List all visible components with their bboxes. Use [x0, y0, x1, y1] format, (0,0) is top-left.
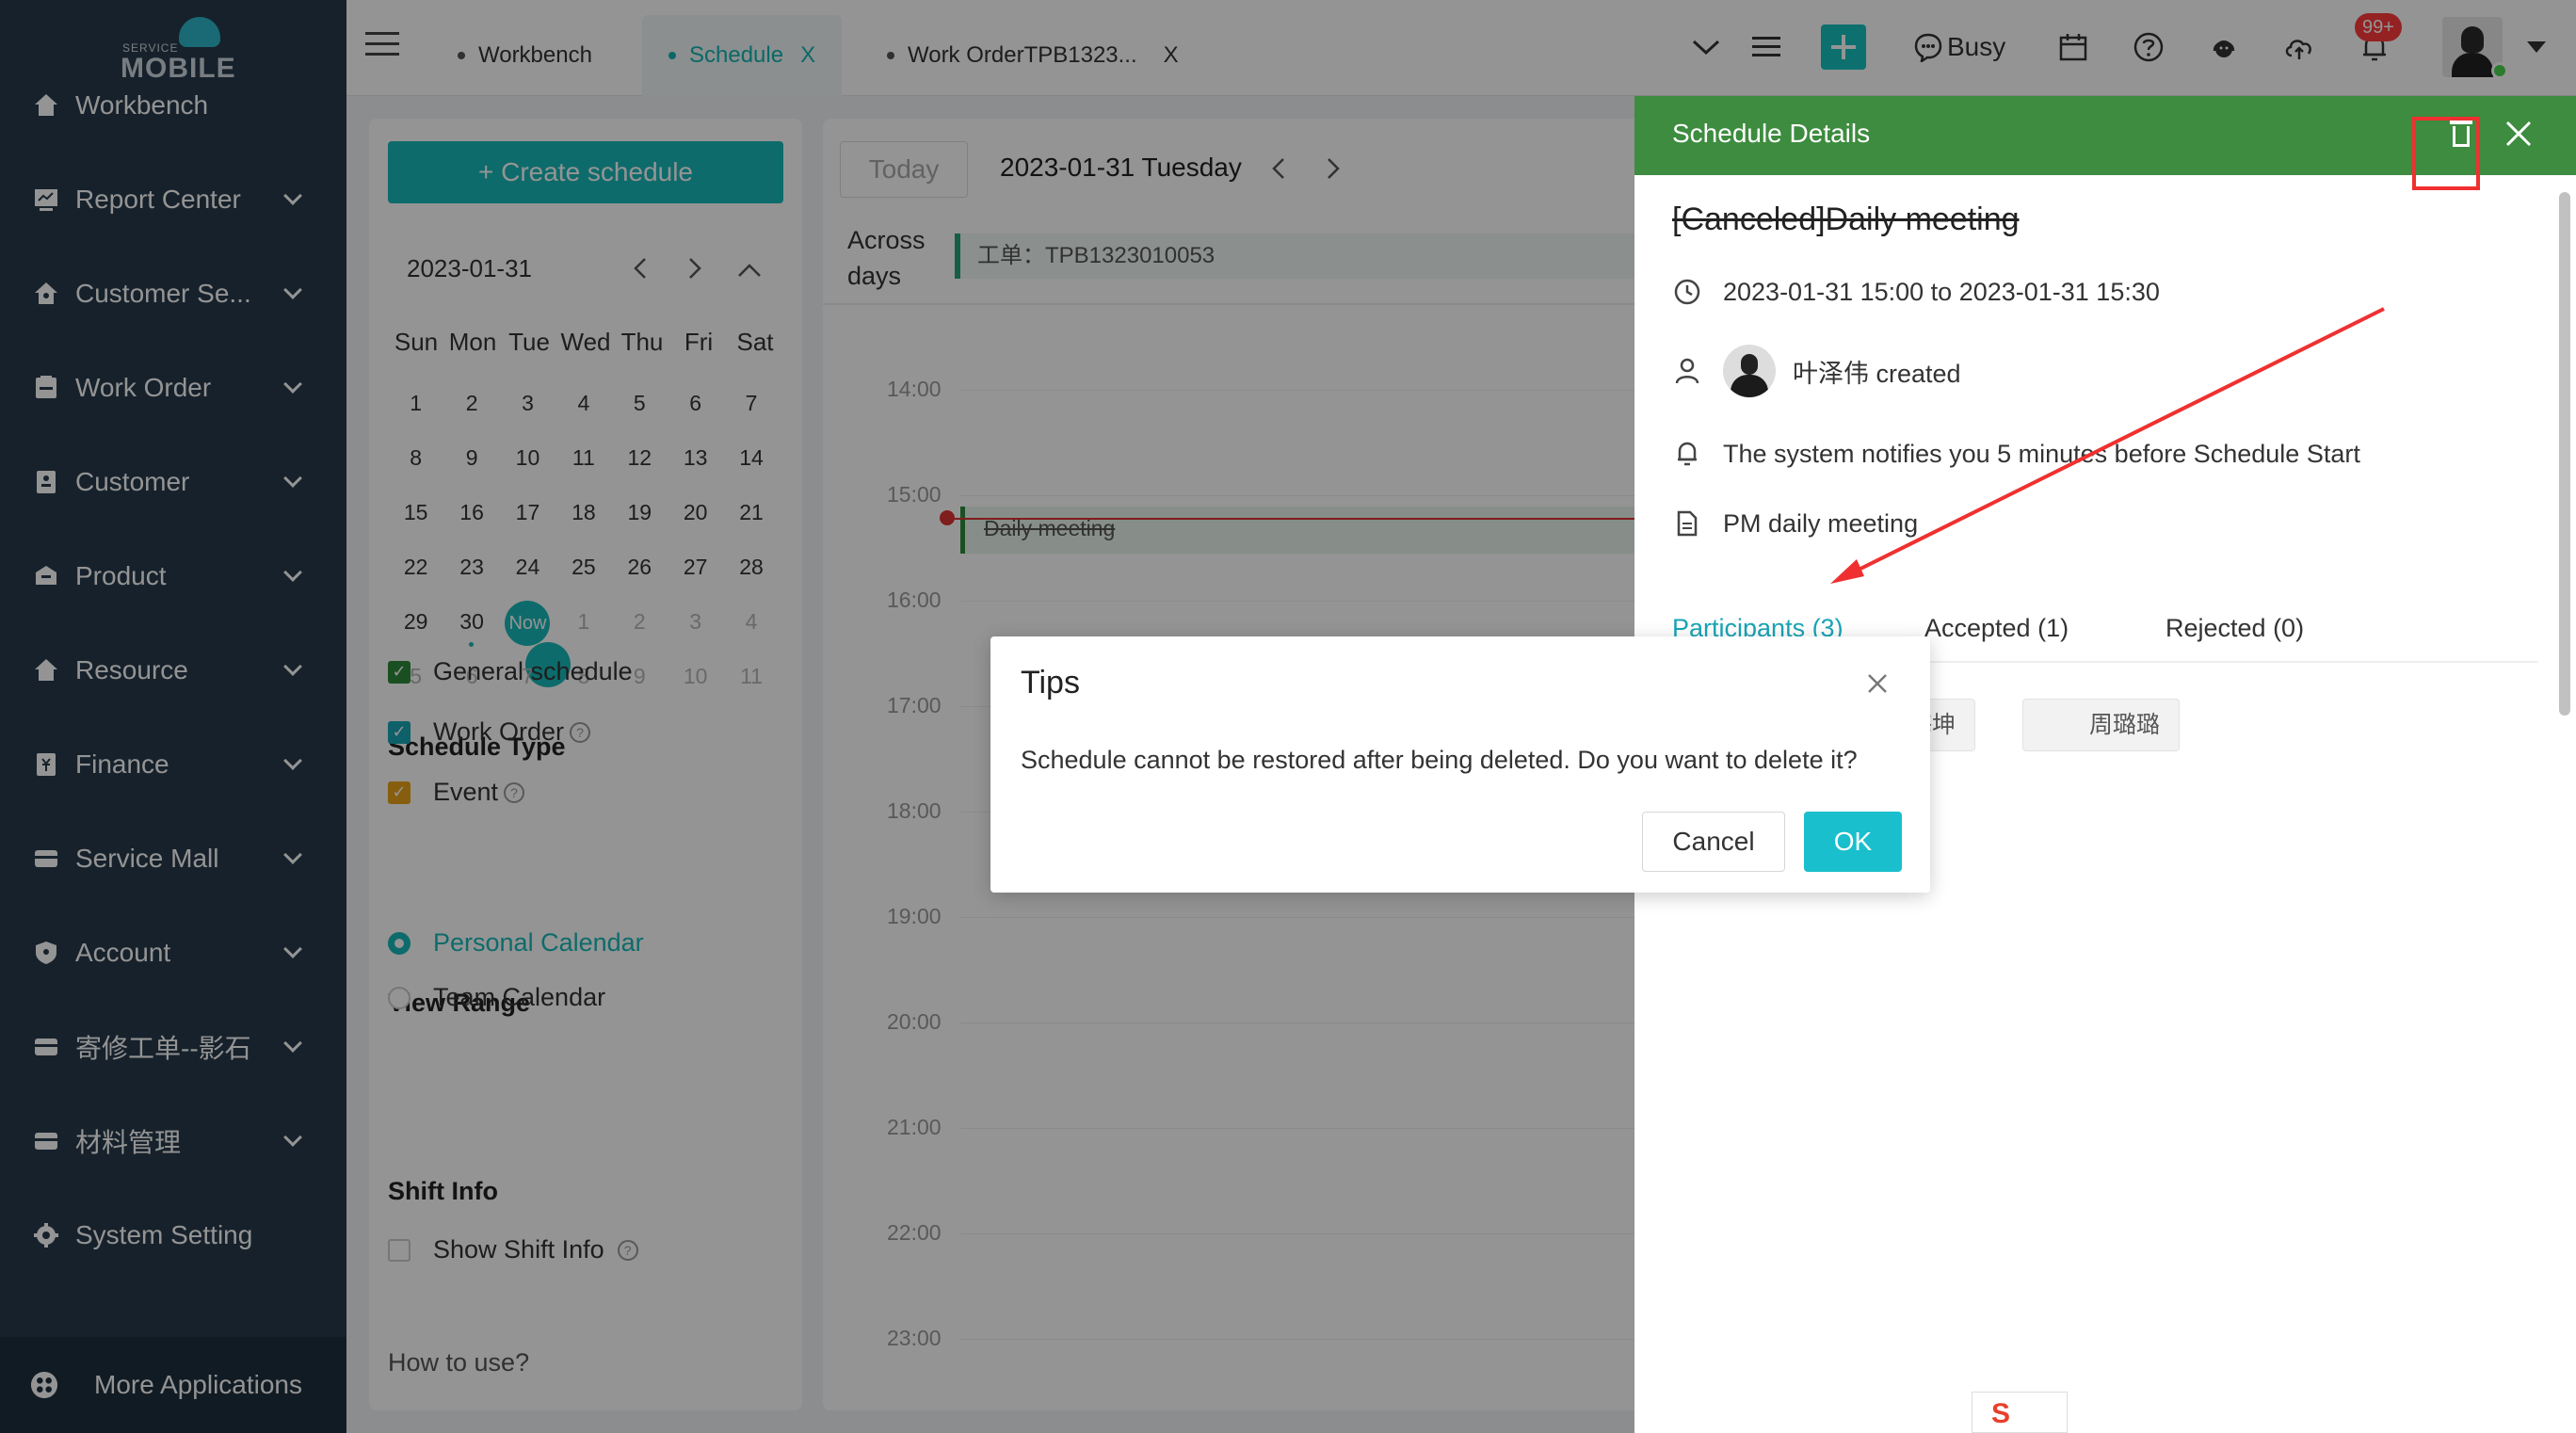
close-icon[interactable]	[1866, 667, 1889, 703]
delete-confirm-dialog: Tips Schedule cannot be restored after b…	[990, 636, 1930, 893]
ok-button[interactable]: OK	[1804, 812, 1902, 872]
sogou-icon: S	[1991, 1398, 2011, 1429]
input-method-widget[interactable]: S	[1972, 1392, 2068, 1433]
dialog-title: Tips	[1021, 665, 1080, 700]
cancel-button[interactable]: Cancel	[1642, 812, 1785, 872]
dialog-message: Schedule cannot be restored after being …	[1021, 746, 1858, 774]
